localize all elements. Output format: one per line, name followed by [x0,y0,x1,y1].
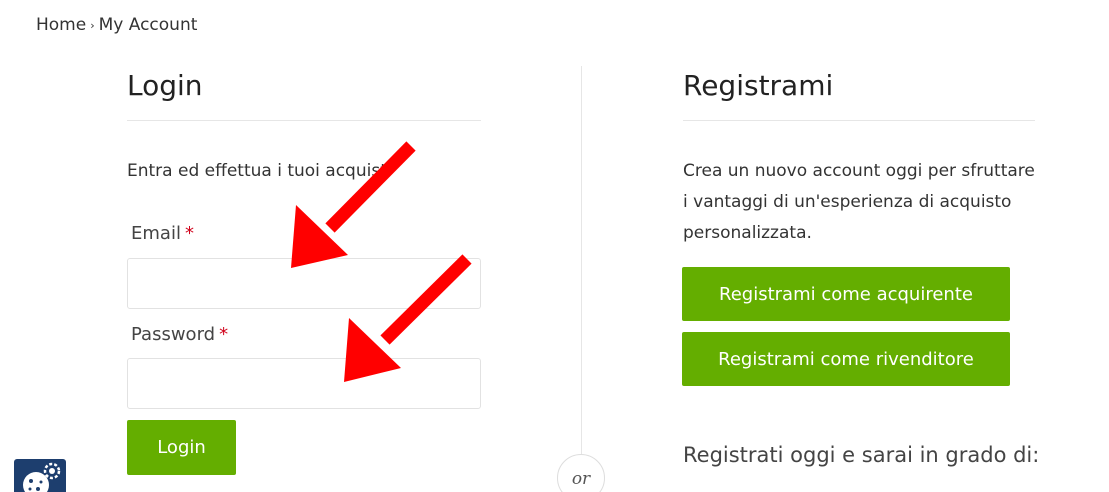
breadcrumb-separator: › [90,19,95,32]
or-divider-badge: or [557,454,605,492]
breadcrumb: Home › My Account [36,15,197,35]
register-reseller-button[interactable]: Registrami come rivenditore [682,332,1010,386]
password-label-text: Password [131,324,216,345]
or-label: or [571,469,591,489]
login-title: Login [127,69,203,102]
password-field[interactable] [127,358,481,409]
register-title: Registrami [683,69,834,102]
login-title-divider [127,120,481,121]
email-field[interactable] [127,258,481,309]
login-button[interactable]: Login [127,420,236,475]
register-title-divider [683,120,1035,121]
register-buyer-button[interactable]: Registrami come acquirente [682,267,1010,321]
email-label: Email * [131,223,194,244]
register-intro: Crea un nuovo account oggi per sfruttare… [683,161,1035,243]
breadcrumb-current: My Account [98,15,198,35]
password-required-mark: * [219,324,229,345]
breadcrumb-home-link[interactable]: Home [36,15,86,35]
login-intro: Entra ed effettua i tuoi acquisti [127,161,392,181]
email-label-text: Email [131,223,181,244]
column-divider [581,66,582,454]
cookie-gear-icon [23,462,61,492]
cookie-settings-button[interactable] [14,459,66,492]
register-benefits-heading: Registrati oggi e sarai in grado di: [683,443,1040,467]
email-required-mark: * [184,223,194,244]
password-label: Password * [131,324,228,345]
